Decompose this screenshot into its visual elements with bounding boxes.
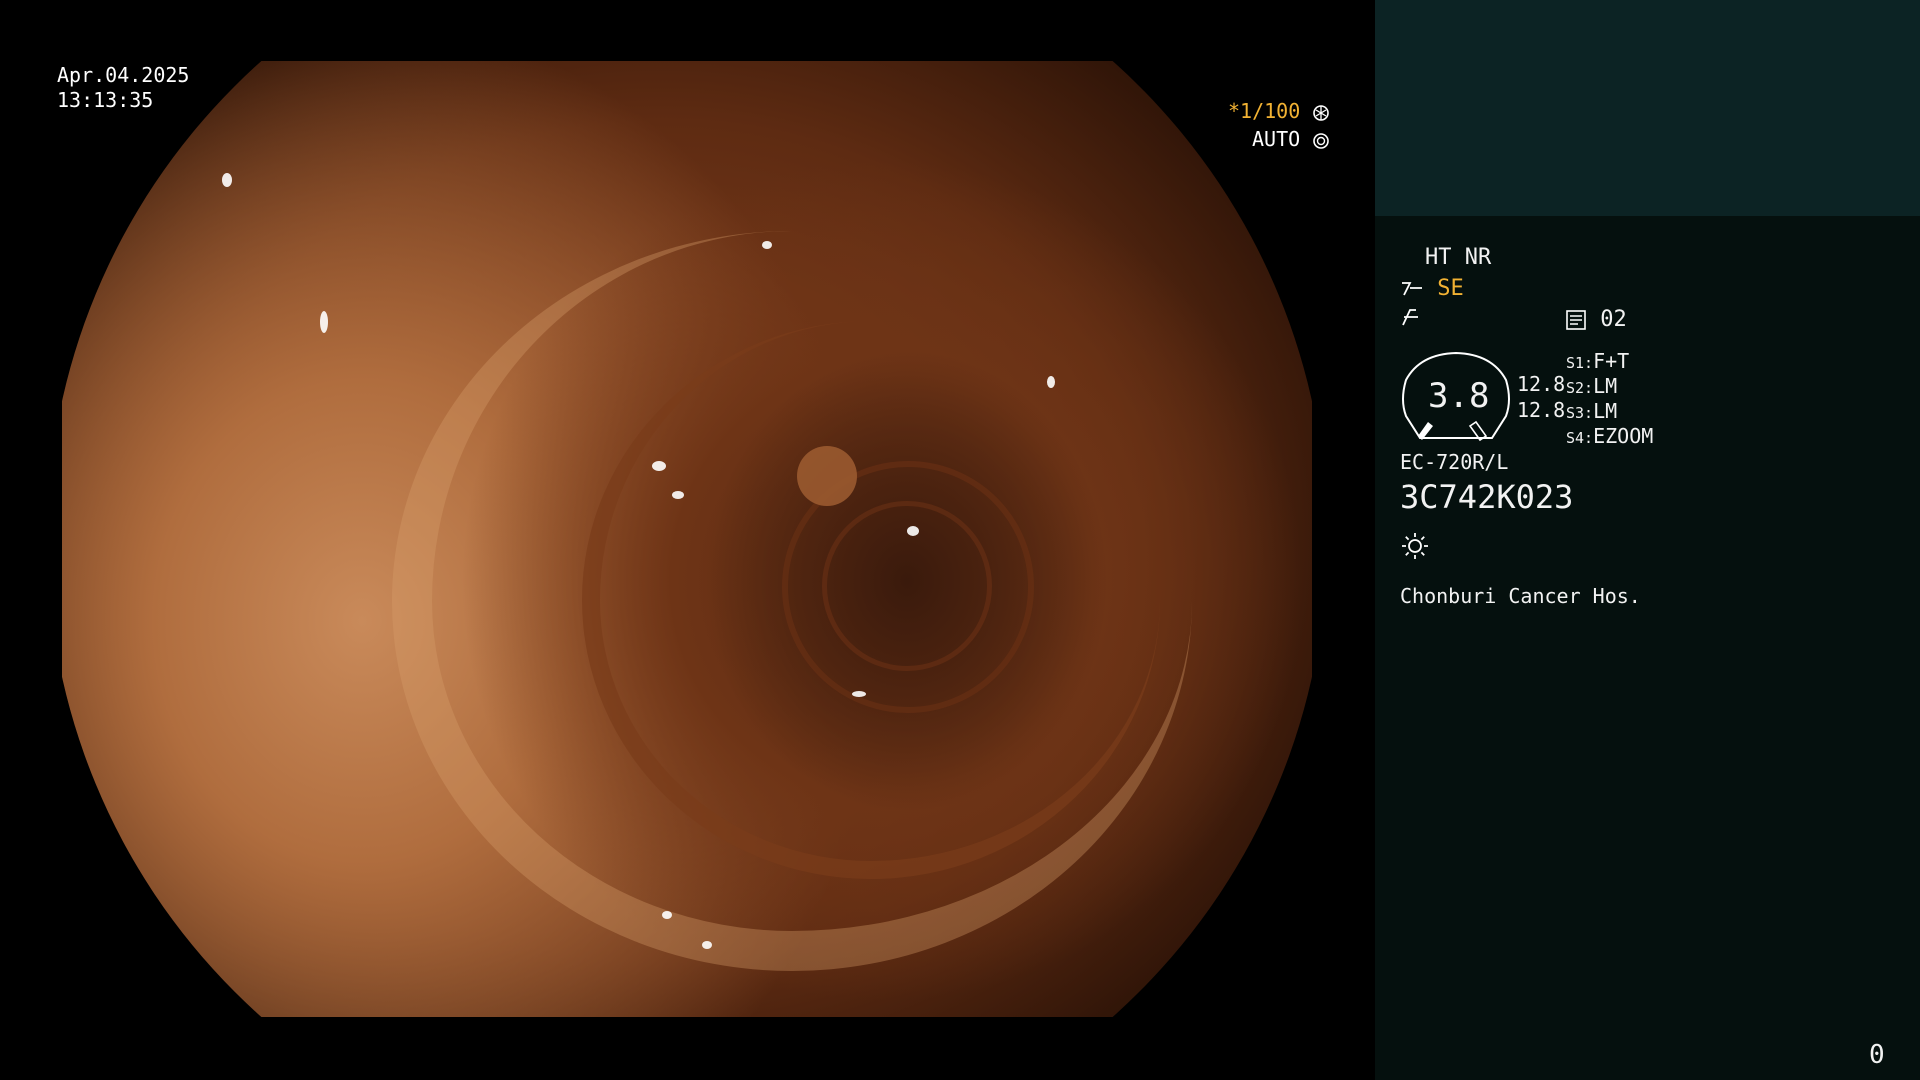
shutter-speed: *1/100 <box>1228 99 1301 123</box>
switch-1: S1:F+T <box>1566 348 1629 376</box>
switch-4: S4:EZOOM <box>1566 423 1653 451</box>
switch-value: LM <box>1593 374 1618 398</box>
date-label: Apr.04.2025 <box>57 63 190 87</box>
shutter-readout: *1/100 <box>1228 99 1330 124</box>
switch-2: S2:LM <box>1566 373 1617 401</box>
light-reflection <box>762 241 772 249</box>
light-reflection <box>320 311 328 333</box>
light-reflection <box>1047 376 1055 388</box>
switch-key: S2: <box>1566 379 1594 397</box>
light-reflection <box>652 461 666 471</box>
panel-header-area <box>1375 0 1920 216</box>
endoscope-viewport: Apr.04.2025 13:13:35 *1/100 AUTO <box>0 0 1375 1080</box>
endoscopic-image <box>62 61 1312 1017</box>
structure-enhance-row: SE <box>1400 276 1464 302</box>
switch-key: S1: <box>1566 354 1594 372</box>
time-label: 13:13:35 <box>57 88 154 112</box>
mucosal-fold <box>822 501 992 671</box>
switch-key: S3: <box>1566 404 1594 422</box>
frame-counter: 0 <box>1869 1040 1885 1070</box>
polyp <box>797 446 857 506</box>
switch-key: S4: <box>1566 429 1594 447</box>
light-reflection <box>907 526 919 536</box>
memory-number: 02 <box>1600 307 1627 332</box>
value-b: 12.8 <box>1517 398 1566 422</box>
brightness-icon <box>1402 533 1428 559</box>
light-reflection <box>702 941 712 949</box>
memory-icon <box>1566 310 1586 330</box>
light-reflection <box>672 491 684 499</box>
switch-value: F+T <box>1593 349 1630 373</box>
color-row <box>1400 305 1424 331</box>
brightness-row <box>1400 531 1430 561</box>
scope-model: EC-720R/L <box>1400 450 1509 474</box>
color-icon <box>1402 309 1418 326</box>
iris-mode: AUTO <box>1252 127 1301 151</box>
light-reflection <box>852 691 866 697</box>
shutter-icon <box>1313 104 1330 121</box>
info-panel <box>1375 0 1920 1080</box>
structure-enhance-icon <box>1402 282 1422 296</box>
switch-3: S3:LM <box>1566 398 1617 426</box>
memory-row: 02 <box>1565 307 1627 333</box>
enhance-mode: SE <box>1437 276 1464 301</box>
processing-modes: HT NR <box>1425 245 1492 270</box>
iris-readout: AUTO <box>1252 127 1330 152</box>
switch-value: LM <box>1593 399 1618 423</box>
iris-icon <box>1313 132 1330 149</box>
light-reflection <box>222 173 232 187</box>
switch-value: EZOOM <box>1593 424 1654 448</box>
light-reflection <box>662 911 672 919</box>
zoom-value: 3.8 <box>1428 376 1490 416</box>
scope-serial: 3C742K023 <box>1400 478 1574 516</box>
hospital-name: Chonburi Cancer Hos. <box>1400 584 1641 608</box>
value-a: 12.8 <box>1517 372 1566 396</box>
